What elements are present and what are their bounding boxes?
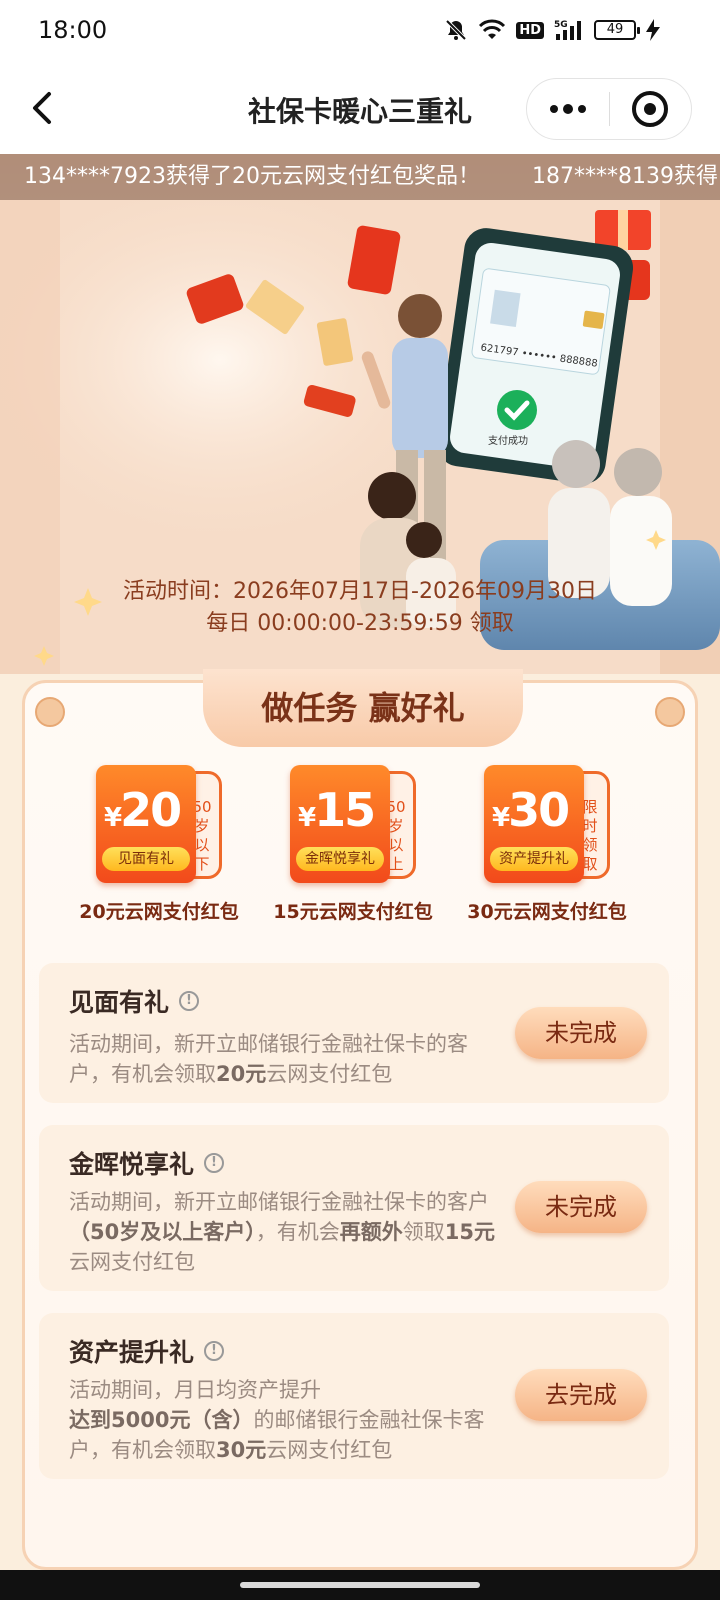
info-icon[interactable]: ! <box>179 991 200 1011</box>
more-dots-icon <box>550 105 558 113</box>
ticker-item: 187****8139获得 <box>532 164 718 189</box>
info-icon[interactable]: ! <box>204 1341 225 1361</box>
task-description: 活动期间，月日均资产提升达到5000元（含）的邮储银行金融社保卡客户，有机会领取… <box>69 1378 485 1462</box>
task-item-asset-gift: 资产提升礼 ! 活动期间，月日均资产提升达到5000元（含）的邮储银行金融社保卡… <box>39 1313 669 1479</box>
hero-banner: 621797 •••••• 888888 支付成功 134****7923获得了… <box>0 154 720 674</box>
coupon-amount: ¥15 <box>298 783 376 837</box>
task-status-button[interactable]: 未完成 <box>515 1181 647 1233</box>
system-nav-bar <box>0 1570 720 1600</box>
miniapp-close-icon <box>632 91 669 127</box>
task-card: 做任务 赢好礼 50 岁 以 下 ¥20 见面有礼 20元云网支付红包 50 岁… <box>22 669 698 1570</box>
activity-date-range: 活动时间：2026年07月17日-2026年09月30日 <box>123 579 597 604</box>
gift-box-icon <box>595 210 651 250</box>
charging-icon <box>646 19 660 41</box>
hd-badge: HD <box>516 21 544 39</box>
task-title: 资产提升礼 ! <box>69 1333 225 1369</box>
payment-success-text: 支付成功 <box>488 434 528 447</box>
coupon-amount: ¥20 <box>104 783 182 837</box>
close-miniapp-button[interactable] <box>610 79 691 139</box>
coin-icon <box>35 697 65 727</box>
reward-item: 限 时 领 取 ¥30 资产提升礼 30元云网支付红包 <box>457 765 637 924</box>
home-indicator[interactable] <box>240 1582 480 1588</box>
reward-list: 50 岁 以 下 ¥20 见面有礼 20元云网支付红包 50 岁 以 上 ¥15… <box>69 765 649 935</box>
task-title: 金晖悦享礼 ! <box>69 1145 225 1181</box>
coupon-amount: ¥30 <box>492 783 570 837</box>
status-icons: HD 5G 49 <box>444 18 660 42</box>
coupon-icon: 50 岁 以 上 ¥15 金晖悦享礼 <box>290 765 416 883</box>
reward-caption: 15元云网支付红包 <box>273 901 433 923</box>
battery-icon: 49 <box>594 20 640 40</box>
coupon-pill: 金晖悦享礼 <box>296 847 384 871</box>
task-item-golden-age-gift: 金晖悦享礼 ! 活动期间，新开立邮储银行金融社保卡的客户（50岁及以上客户），有… <box>39 1125 669 1291</box>
bell-off-icon <box>444 18 468 42</box>
info-icon[interactable]: ! <box>204 1153 225 1173</box>
reward-caption: 30元云网支付红包 <box>467 901 627 923</box>
signal-icon: 5G <box>554 18 584 42</box>
task-go-button[interactable]: 去完成 <box>515 1369 647 1421</box>
status-bar: 18:00 HD 5G 49 <box>0 0 720 64</box>
svg-text:5G: 5G <box>554 20 568 30</box>
ticker-item: 134****7923获得了20元云网支付红包奖品！ <box>24 164 480 189</box>
reward-caption: 20元云网支付红包 <box>79 901 239 923</box>
task-item-meet-gift: 见面有礼 ! 活动期间，新开立邮储银行金融社保卡的客户，有机会领取20元云网支付… <box>39 963 669 1103</box>
phone-card-illustration: 621797 •••••• 888888 支付成功 <box>436 228 634 484</box>
coupon-pill: 资产提升礼 <box>490 847 578 871</box>
more-button[interactable] <box>527 79 609 139</box>
coupon-icon: 限 时 领 取 ¥30 资产提升礼 <box>484 765 610 883</box>
task-status-button[interactable]: 未完成 <box>515 1007 647 1059</box>
winner-ticker: 134****7923获得了20元云网支付红包奖品！ 187****8139获得 <box>0 154 720 200</box>
card-header: 做任务 赢好礼 <box>203 669 523 747</box>
task-title: 见面有礼 ! <box>69 983 200 1019</box>
reward-item: 50 岁 以 下 ¥20 见面有礼 20元云网支付红包 <box>69 765 249 924</box>
task-description: 活动期间，新开立邮储银行金融社保卡的客户，有机会领取20元云网支付红包 <box>69 1032 468 1086</box>
reward-item: 50 岁 以 上 ¥15 金晖悦享礼 15元云网支付红包 <box>263 765 443 924</box>
coupon-pill: 见面有礼 <box>102 847 190 871</box>
wifi-icon <box>478 19 506 41</box>
coin-icon <box>655 697 685 727</box>
miniapp-capsule <box>526 78 692 140</box>
coupon-icon: 50 岁 以 下 ¥20 见面有礼 <box>96 765 222 883</box>
activity-daily-time: 每日 00:00:00-23:59:59 领取 <box>206 611 514 636</box>
task-description: 活动期间，新开立邮储银行金融社保卡的客户（50岁及以上客户），有机会再额外领取1… <box>69 1190 495 1274</box>
nav-bar: 社保卡暖心三重礼 <box>0 64 720 154</box>
status-time: 18:00 <box>38 16 108 44</box>
activity-time: 活动时间：2026年07月17日-2026年09月30日 每日 00:00:00… <box>0 576 720 640</box>
